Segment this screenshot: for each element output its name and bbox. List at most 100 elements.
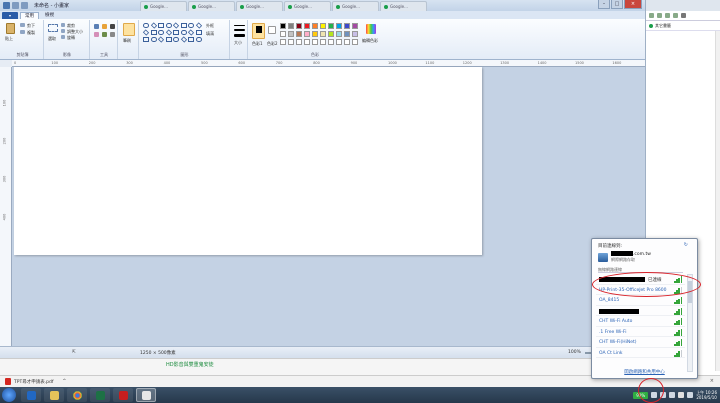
redo-icon[interactable] — [21, 2, 28, 9]
shape-tool[interactable] — [195, 30, 202, 35]
color1-button[interactable] — [252, 23, 265, 39]
edit-colors-icon[interactable] — [366, 24, 376, 34]
magnifier-icon[interactable] — [110, 32, 115, 37]
palette-swatch[interactable] — [352, 23, 358, 29]
shape-tool[interactable] — [173, 30, 179, 35]
tab-view[interactable]: 檢視 — [41, 12, 58, 19]
tab-home[interactable]: 常用 — [20, 12, 39, 19]
eraser-icon[interactable] — [94, 32, 99, 37]
palette-swatch[interactable] — [280, 23, 286, 29]
brush-icon[interactable] — [123, 23, 135, 36]
palette-swatch[interactable] — [320, 31, 326, 37]
shape-tool[interactable] — [143, 37, 149, 42]
palette-swatch[interactable] — [344, 31, 350, 37]
crop-icon[interactable] — [61, 23, 65, 27]
palette-swatch[interactable] — [288, 31, 294, 37]
shape-tool[interactable] — [180, 30, 187, 35]
maximize-button[interactable]: □ — [611, 0, 623, 9]
page-link-text[interactable]: HD影音與雙重鬼安徒 — [166, 361, 214, 368]
palette-swatch[interactable] — [296, 23, 302, 29]
minimize-button[interactable]: – — [598, 0, 610, 9]
palette-swatch[interactable] — [304, 31, 310, 37]
palette-swatch[interactable] — [312, 23, 318, 29]
wifi-network-item[interactable]: CHT Wi-Fi(HiNet) — [596, 337, 685, 348]
clock[interactable]: 上午 10:26 2019/5/10 — [696, 390, 717, 400]
page-scrollbar[interactable] — [715, 31, 720, 371]
browser-tab[interactable]: Google... — [140, 1, 187, 11]
size-line-icon[interactable] — [234, 34, 245, 37]
download-item[interactable]: TPT尋才申請表.pdf ^ — [5, 378, 66, 385]
browser-tab[interactable]: Google... — [332, 1, 379, 11]
menu-icon[interactable] — [681, 13, 686, 18]
copy-label[interactable]: 複製 — [27, 30, 35, 36]
network-sharing-center-link[interactable]: 開啟網路和共用中心 — [592, 369, 697, 375]
shape-tool[interactable] — [165, 29, 172, 36]
brush-label[interactable]: 筆刷 — [123, 38, 131, 44]
palette-swatch[interactable] — [296, 31, 302, 37]
fill-label[interactable]: 填滿 — [206, 31, 214, 37]
fill-icon[interactable] — [102, 24, 107, 29]
shape-tool[interactable] — [158, 30, 164, 35]
custom-color-slot[interactable] — [344, 39, 350, 45]
select-label[interactable]: 選取 — [48, 36, 56, 42]
shape-tool[interactable] — [142, 29, 150, 36]
wifi-network-item[interactable]: OA Ct Link — [596, 348, 685, 358]
wifi-network-item[interactable] — [596, 306, 685, 316]
shape-tool[interactable] — [187, 29, 195, 36]
taskbar-excel[interactable] — [90, 388, 110, 402]
palette-swatch[interactable] — [320, 23, 326, 29]
palette-swatch[interactable] — [336, 31, 342, 37]
file-menu-button[interactable]: ▾ — [2, 12, 18, 19]
cut-icon[interactable] — [20, 23, 25, 27]
extension-icon[interactable] — [665, 13, 670, 18]
custom-color-slot[interactable] — [320, 39, 326, 45]
close-button[interactable]: × — [624, 0, 642, 9]
shape-tool[interactable] — [150, 30, 157, 35]
size-line-icon[interactable] — [234, 29, 245, 31]
shape-tool[interactable] — [157, 36, 165, 43]
cut-label[interactable]: 剪下 — [27, 23, 35, 29]
refresh-icon[interactable]: ↻ — [684, 242, 688, 248]
wifi-network-item[interactable]: CHT Wi-Fi Auto — [596, 316, 685, 327]
taskbar-outlook[interactable] — [21, 388, 41, 402]
size-line-icon[interactable] — [234, 25, 245, 26]
taskbar-chrome[interactable] — [67, 388, 87, 402]
browser-tab[interactable]: Google... — [380, 1, 427, 11]
palette-swatch[interactable] — [280, 31, 286, 37]
other-bookmarks[interactable]: 其它書籤 — [655, 23, 671, 29]
color-picker-icon[interactable] — [102, 32, 107, 37]
custom-color-slot[interactable] — [280, 39, 286, 45]
size-label[interactable]: 大小 — [234, 40, 242, 46]
browser-tab[interactable]: Google... — [236, 1, 283, 11]
palette-swatch[interactable] — [328, 31, 334, 37]
text-icon[interactable] — [110, 24, 115, 29]
custom-color-slot[interactable] — [288, 39, 294, 45]
edit-colors-label[interactable]: 編輯色彩 — [362, 38, 378, 44]
palette-swatch[interactable] — [312, 31, 318, 37]
pencil-icon[interactable] — [94, 24, 99, 29]
custom-color-slot[interactable] — [304, 39, 310, 45]
browser-tab[interactable]: Google... — [188, 1, 235, 11]
save-icon[interactable] — [3, 2, 10, 9]
shape-tool[interactable] — [158, 23, 164, 28]
volume-icon[interactable] — [687, 392, 694, 398]
tray-icon[interactable] — [669, 392, 676, 398]
rotate-icon[interactable] — [61, 35, 65, 39]
shape-tool[interactable] — [143, 23, 149, 28]
palette-swatch[interactable] — [288, 23, 294, 29]
extension-icon[interactable] — [673, 13, 678, 18]
shape-tool[interactable] — [150, 22, 157, 29]
custom-color-slot[interactable] — [352, 39, 358, 45]
palette-swatch[interactable] — [352, 31, 358, 37]
resize-icon[interactable] — [61, 29, 65, 33]
taskbar-explorer[interactable] — [44, 388, 64, 402]
custom-color-slot[interactable] — [312, 39, 318, 45]
drawing-canvas[interactable] — [14, 67, 482, 255]
wifi-icon[interactable] — [678, 392, 685, 398]
extension-icon[interactable] — [649, 13, 654, 18]
palette-swatch[interactable] — [344, 23, 350, 29]
shape-tool[interactable] — [165, 23, 172, 28]
chevron-up-icon[interactable]: ^ — [62, 379, 66, 384]
wifi-network-item[interactable]: .1 Free Wi-Fi — [596, 327, 685, 337]
shape-tool[interactable] — [195, 37, 202, 42]
